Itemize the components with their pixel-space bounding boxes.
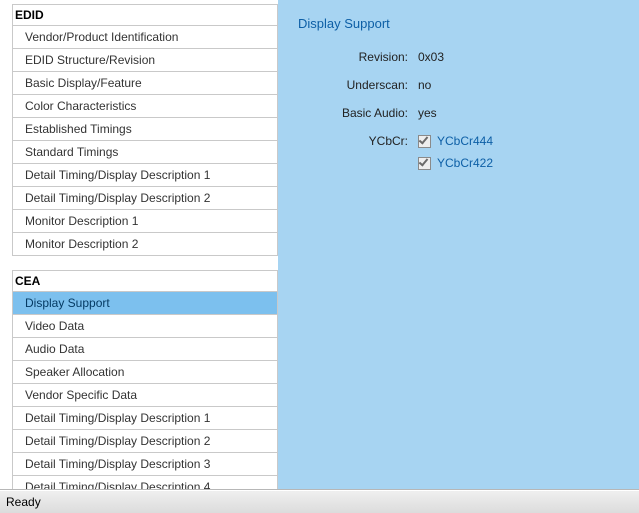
field-basic-audio: Basic Audio: yes <box>298 105 627 121</box>
field-underscan-value: no <box>418 77 431 93</box>
field-ycbcr-label: YCbCr: <box>298 133 418 149</box>
nav-item-standard-timings[interactable]: Standard Timings <box>12 141 278 164</box>
nav-item-color-characteristics[interactable]: Color Characteristics <box>12 95 278 118</box>
nav-item-established-timings[interactable]: Established Timings <box>12 118 278 141</box>
field-ycbcr-options: YCbCr444 YCbCr422 <box>418 133 493 177</box>
nav-item-cea-detail-timing-2[interactable]: Detail Timing/Display Description 2 <box>12 430 278 453</box>
app-root: EDID Vendor/Product Identification EDID … <box>0 0 639 513</box>
field-ycbcr: YCbCr: YCbCr444 YCbCr422 <box>298 133 627 177</box>
field-revision-value: 0x03 <box>418 49 444 65</box>
nav-item-speaker-allocation[interactable]: Speaker Allocation <box>12 361 278 384</box>
detail-title: Display Support <box>298 16 627 31</box>
nav-group-header-edid: EDID <box>12 4 278 25</box>
nav-item-monitor-description-1[interactable]: Monitor Description 1 <box>12 210 278 233</box>
nav-item-cea-detail-timing-3[interactable]: Detail Timing/Display Description 3 <box>12 453 278 476</box>
checkbox-ycbcr422-label: YCbCr422 <box>437 155 493 171</box>
nav-item-edid-structure-revision[interactable]: EDID Structure/Revision <box>12 49 278 72</box>
field-revision: Revision: 0x03 <box>298 49 627 65</box>
nav-item-edid-detail-timing-2[interactable]: Detail Timing/Display Description 2 <box>12 187 278 210</box>
checkbox-row-ycbcr422: YCbCr422 <box>418 155 493 171</box>
nav-item-video-data[interactable]: Video Data <box>12 315 278 338</box>
status-text: Ready <box>6 495 41 509</box>
nav-item-cea-detail-timing-1[interactable]: Detail Timing/Display Description 1 <box>12 407 278 430</box>
main-area: EDID Vendor/Product Identification EDID … <box>0 0 639 490</box>
checkbox-ycbcr444-label: YCbCr444 <box>437 133 493 149</box>
nav-group-header-cea: CEA <box>12 270 278 291</box>
nav-item-vendor-specific-data[interactable]: Vendor Specific Data <box>12 384 278 407</box>
detail-panel: Display Support Revision: 0x03 Underscan… <box>278 0 639 489</box>
field-basic-audio-label: Basic Audio: <box>298 105 418 121</box>
nav-item-monitor-description-2[interactable]: Monitor Description 2 <box>12 233 278 256</box>
field-revision-label: Revision: <box>298 49 418 65</box>
nav-group-cea: Display Support Video Data Audio Data Sp… <box>12 291 278 489</box>
nav-item-display-support[interactable]: Display Support <box>12 292 278 315</box>
nav-group-edid: Vendor/Product Identification EDID Struc… <box>12 25 278 256</box>
field-underscan-label: Underscan: <box>298 77 418 93</box>
checkbox-ycbcr444[interactable] <box>418 135 431 148</box>
field-basic-audio-value: yes <box>418 105 437 121</box>
nav-item-basic-display-feature[interactable]: Basic Display/Feature <box>12 72 278 95</box>
checkbox-row-ycbcr444: YCbCr444 <box>418 133 493 149</box>
nav-item-edid-detail-timing-1[interactable]: Detail Timing/Display Description 1 <box>12 164 278 187</box>
checkbox-ycbcr422[interactable] <box>418 157 431 170</box>
nav-tree: EDID Vendor/Product Identification EDID … <box>0 0 278 489</box>
nav-item-cea-detail-timing-4[interactable]: Detail Timing/Display Description 4 <box>12 476 278 489</box>
field-underscan: Underscan: no <box>298 77 627 93</box>
nav-item-vendor-product-identification[interactable]: Vendor/Product Identification <box>12 26 278 49</box>
nav-item-audio-data[interactable]: Audio Data <box>12 338 278 361</box>
status-bar: Ready <box>0 490 639 513</box>
